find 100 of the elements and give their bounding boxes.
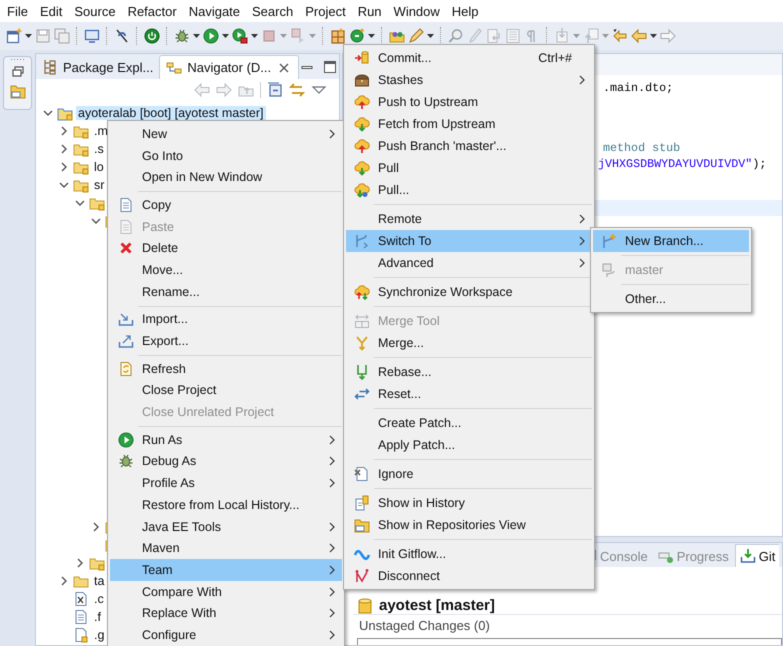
tree-item[interactable]: sr xyxy=(92,178,106,192)
pen-icon[interactable] xyxy=(114,28,130,44)
menu-item[interactable]: Create Patch... xyxy=(346,412,592,434)
view-tab[interactable]: Git xyxy=(734,544,780,567)
menu-bar-item[interactable]: Run xyxy=(358,4,382,18)
menu-item[interactable]: Show in Repositories View xyxy=(346,514,592,536)
menu-item[interactable]: Commit... Ctrl+# xyxy=(346,47,592,69)
menu-item[interactable]: Go Into xyxy=(110,144,342,166)
new-file-icon[interactable] xyxy=(6,28,22,44)
menu-item[interactable]: Delete xyxy=(110,237,342,260)
menu-bar-item[interactable]: Search xyxy=(252,4,294,18)
tree-item[interactable]: ayoteralab [boot] [ayotest master] xyxy=(76,106,266,120)
maximize-icon[interactable] xyxy=(322,58,338,74)
caret-icon[interactable] xyxy=(650,34,657,38)
menu-item[interactable]: Team xyxy=(110,559,342,581)
menu-item[interactable]: Java EE Tools xyxy=(110,516,342,538)
folder-icon[interactable] xyxy=(10,83,26,99)
play-icon[interactable] xyxy=(203,28,219,44)
document-icon xyxy=(73,627,89,643)
menu-item[interactable]: Compare With xyxy=(110,580,342,602)
menu-bar-item[interactable]: File xyxy=(7,4,28,18)
caret-icon[interactable] xyxy=(427,34,434,38)
menu-item[interactable]: Stashes xyxy=(346,69,592,91)
link-icon[interactable] xyxy=(289,82,305,98)
hierarchy-icon xyxy=(166,60,182,76)
menu-item[interactable]: Pull xyxy=(346,157,592,179)
tree-item[interactable]: lo xyxy=(92,160,106,174)
menu-bar-item[interactable]: Project xyxy=(305,4,346,18)
menu-item[interactable]: Push Branch 'master'... xyxy=(346,135,592,157)
cloud-icon xyxy=(354,116,370,132)
menu-item[interactable]: Open in New Window xyxy=(110,166,342,188)
tree-item[interactable]: ta xyxy=(92,574,106,588)
menu-item[interactable]: Maven xyxy=(110,537,342,560)
tree-item[interactable]: .c xyxy=(92,592,106,606)
view-tab[interactable]: Navigator (D... xyxy=(159,55,300,79)
menu-item[interactable]: Profile As xyxy=(110,472,342,494)
menu-item[interactable]: Move... xyxy=(110,259,342,281)
grid-icon[interactable] xyxy=(330,28,346,44)
menu-item[interactable]: Switch To xyxy=(346,230,592,252)
monitor-icon[interactable] xyxy=(84,28,100,44)
menu-item[interactable]: Refresh xyxy=(110,358,342,380)
menu-item[interactable]: Synchronize Workspace xyxy=(346,281,592,303)
play-icon xyxy=(118,432,134,448)
menu-bar-item[interactable]: Edit xyxy=(40,4,62,18)
menu-item[interactable]: Reset... xyxy=(346,383,592,405)
caret-icon[interactable] xyxy=(193,34,200,38)
menu-bar-item[interactable]: Refactor xyxy=(128,4,177,18)
menu-bar-item[interactable]: Window xyxy=(394,4,440,18)
menu-item[interactable]: Rename... xyxy=(110,280,342,302)
menu-item[interactable]: Disconnect xyxy=(346,565,592,587)
tray-icon xyxy=(740,548,756,564)
menu-item[interactable]: Debug As xyxy=(110,450,342,472)
menu-bar-item[interactable]: Help xyxy=(452,4,479,18)
menu-bar-item[interactable]: Source xyxy=(74,4,116,18)
folder-icon xyxy=(354,517,370,533)
collapse-all-icon[interactable] xyxy=(267,82,283,98)
menu-item[interactable]: Run As xyxy=(110,428,342,451)
tree-item[interactable]: .g xyxy=(92,628,106,642)
menu-item[interactable]: Copy xyxy=(110,194,342,216)
bug-icon[interactable] xyxy=(174,28,190,44)
run-icon[interactable] xyxy=(232,28,248,44)
menu-item[interactable]: Merge... xyxy=(346,332,592,354)
menu-item[interactable]: Fetch from Upstream xyxy=(346,113,592,135)
menu-item[interactable]: New Branch... xyxy=(593,230,749,252)
menu-item[interactable]: Apply Patch... xyxy=(346,434,592,456)
menu-item[interactable]: Export... xyxy=(110,330,342,352)
tree-item[interactable]: .s xyxy=(92,142,106,156)
caret-icon[interactable] xyxy=(222,34,229,38)
document-icon xyxy=(118,196,134,213)
chest-icon xyxy=(354,72,370,88)
caret-icon[interactable] xyxy=(251,34,258,38)
code-line: jVHXGSDBWYDAYUVDUIVDV"); xyxy=(598,156,766,172)
menu-item[interactable]: Import... xyxy=(110,308,342,330)
menu-bar-item[interactable]: Navigate xyxy=(188,4,240,18)
menu-item[interactable]: Close Project xyxy=(110,380,342,402)
menu-item[interactable]: Configure xyxy=(110,624,342,646)
add-icon[interactable] xyxy=(349,28,365,44)
menu-item[interactable]: Show in History xyxy=(346,492,592,514)
tree-item[interactable]: .f xyxy=(92,610,103,624)
tree-item[interactable]: .m xyxy=(92,124,110,138)
menu-item[interactable]: Other... xyxy=(593,288,749,310)
cloud-icon xyxy=(354,94,370,110)
branch-icon xyxy=(601,233,617,249)
caret-icon[interactable] xyxy=(368,34,375,38)
menu-item[interactable]: Replace With xyxy=(110,602,342,624)
menu-item[interactable]: Remote xyxy=(346,208,592,230)
menu-item[interactable]: Advanced xyxy=(346,252,592,274)
menu-item[interactable]: Pull... xyxy=(346,179,592,201)
menu-item[interactable]: Push to Upstream xyxy=(346,91,592,113)
branch-icon xyxy=(601,262,617,278)
menu-item[interactable]: Ignore xyxy=(346,463,592,485)
caret-icon[interactable] xyxy=(25,34,32,38)
menu-item[interactable]: Rebase... xyxy=(346,361,592,383)
document-icon xyxy=(118,218,134,235)
menu-item[interactable]: Restore from Local History... xyxy=(110,494,342,516)
back-icon[interactable] xyxy=(612,28,628,44)
view-tab[interactable]: Package Expl... xyxy=(36,55,160,79)
menu-item[interactable]: New xyxy=(110,123,342,145)
power-icon[interactable] xyxy=(144,28,160,44)
menu-item[interactable]: Init Gitflow... xyxy=(346,543,592,565)
